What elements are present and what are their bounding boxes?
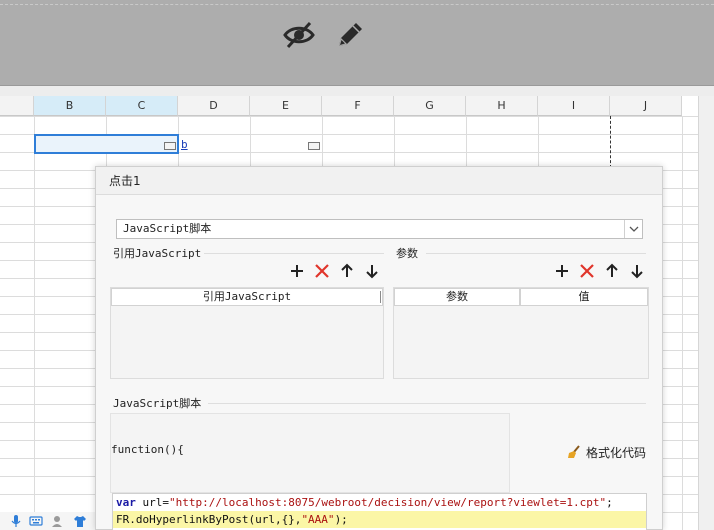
pencil-icon[interactable] [333, 18, 367, 52]
params-section-label: 参数 [396, 247, 418, 260]
overlay-dashed-line [0, 4, 714, 5]
dialog-title: 点击1 [96, 167, 662, 195]
action-type-select[interactable]: JavaScript脚本 [116, 219, 643, 239]
section-divider [426, 253, 646, 254]
vertical-scrollbar[interactable] [698, 96, 714, 530]
cell-widget-icon [164, 142, 176, 150]
hyperlink-dialog: 点击1 JavaScript脚本 引用JavaScript 参数 引用JavaS… [95, 166, 663, 530]
column-header[interactable]: G [394, 96, 466, 116]
move-up-icon[interactable] [603, 262, 621, 280]
column-header[interactable]: D [178, 96, 250, 116]
dropdown-arrow-icon[interactable] [624, 220, 642, 238]
js-code-editor[interactable]: var url="http://localhost:8075/webroot/d… [112, 493, 647, 530]
move-down-icon[interactable] [363, 262, 381, 280]
column-header[interactable]: F [322, 96, 394, 116]
format-code-button[interactable]: 格式化代码 [566, 443, 646, 461]
move-up-icon[interactable] [338, 262, 356, 280]
user-settings-icon[interactable] [51, 514, 65, 528]
microphone-icon[interactable] [9, 514, 23, 528]
function-header-text: function(){ [111, 443, 184, 456]
delete-icon[interactable] [313, 262, 331, 280]
param-value-label: 值 [578, 290, 590, 303]
section-divider [204, 253, 384, 254]
report-designer-window: B C D E F G H I J b 点击1 JavaScript脚本 引用J… [0, 0, 714, 530]
column-header[interactable]: I [538, 96, 610, 116]
cell-hyperlink-text[interactable]: b [181, 138, 188, 151]
code-line-highlighted[interactable]: FR.doHyperlinkByPost(url,{},"AAA"); [113, 511, 646, 528]
column-header[interactable]: E [250, 96, 322, 116]
broom-icon [568, 445, 580, 458]
grid-line [682, 116, 683, 530]
param-name-column-header: 参数 [394, 288, 520, 306]
eye-hidden-icon[interactable] [282, 18, 316, 52]
page-break-line [610, 116, 611, 168]
selected-cell-range[interactable] [34, 134, 179, 154]
delete-icon[interactable] [578, 262, 596, 280]
param-value-column-header: 值 [520, 288, 648, 306]
add-icon[interactable] [553, 262, 571, 280]
code-line[interactable]: var url="http://localhost:8075/webroot/d… [113, 494, 646, 511]
ref-js-section-label: 引用JavaScript [113, 247, 202, 260]
grid-line [34, 116, 35, 530]
keyboard-icon[interactable] [29, 514, 43, 528]
js-script-section-label: JavaScript脚本 [113, 397, 202, 410]
section-divider [208, 403, 646, 404]
add-icon[interactable] [288, 262, 306, 280]
column-header[interactable]: B [34, 96, 106, 116]
move-down-icon[interactable] [628, 262, 646, 280]
column-header[interactable]: H [466, 96, 538, 116]
column-header[interactable]: J [610, 96, 682, 116]
ref-js-table-header: 引用JavaScript [111, 288, 383, 306]
column-header-A[interactable] [0, 96, 34, 116]
ref-js-column-header: 引用JavaScript [202, 290, 292, 303]
format-code-label: 格式化代码 [586, 445, 647, 460]
toolbar-gap [0, 86, 714, 96]
column-header[interactable]: C [106, 96, 178, 116]
widget-toolbar-overlay [0, 0, 714, 86]
cell-widget-icon [308, 142, 320, 150]
column-separator [380, 291, 381, 303]
action-type-value: JavaScript脚本 [123, 222, 212, 235]
shirt-skin-icon[interactable] [73, 514, 87, 528]
